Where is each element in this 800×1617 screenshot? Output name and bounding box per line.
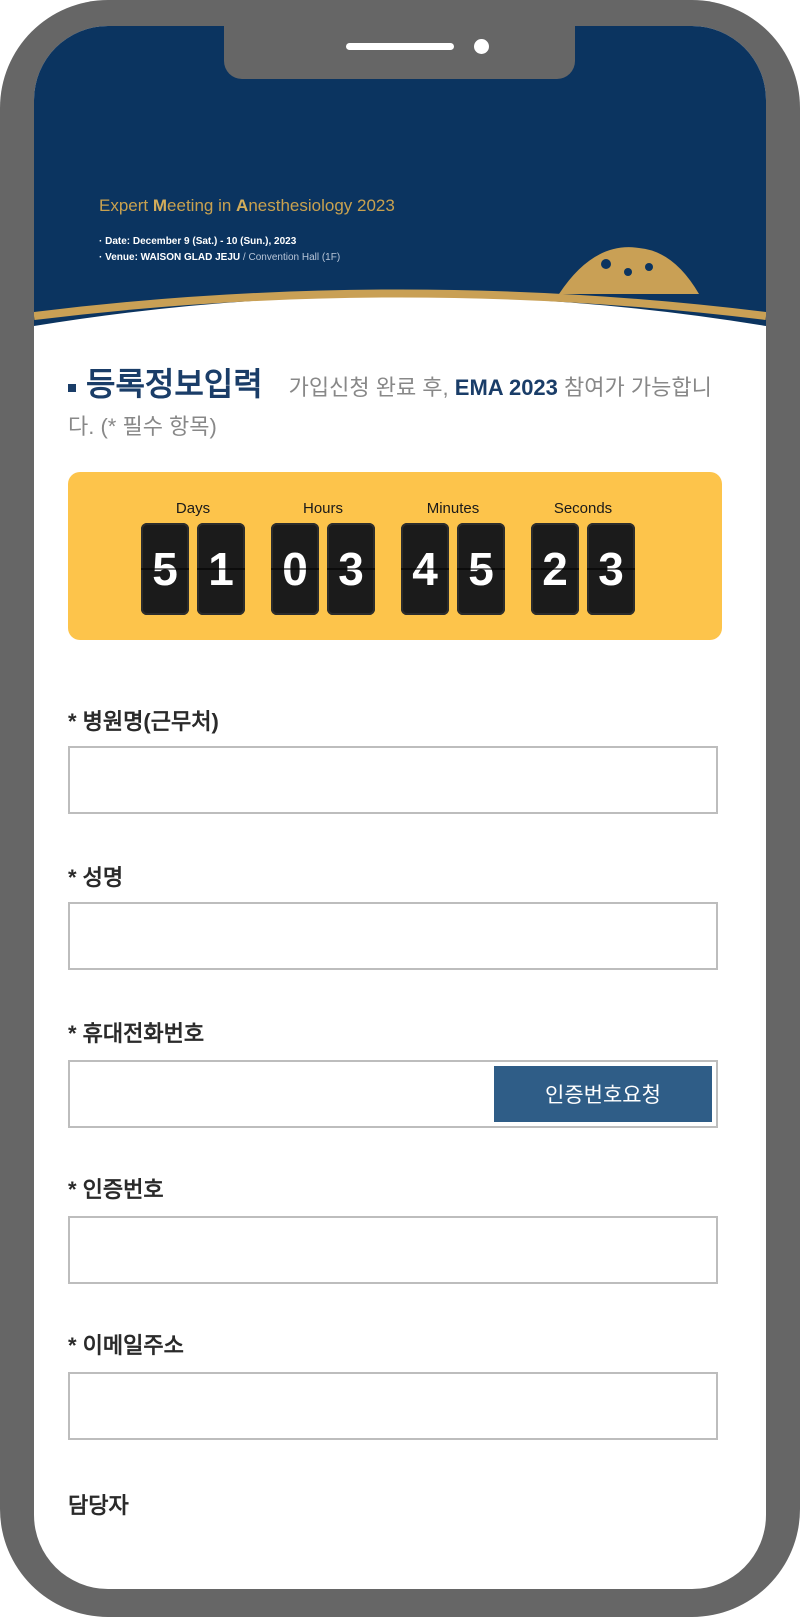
email-input[interactable] xyxy=(68,1372,718,1440)
banner-title: Expert Meeting in Anesthesiology 2023 xyxy=(99,196,395,215)
countdown-days: Days 5 1 xyxy=(140,500,246,620)
countdown-digit: 3 xyxy=(587,523,635,615)
phone-notch xyxy=(224,26,575,79)
front-camera xyxy=(474,39,489,54)
email-label: * 이메일주소 xyxy=(68,1333,184,1358)
phone-input[interactable] xyxy=(70,1062,495,1126)
phone-label: * 휴대전화번호 xyxy=(68,1021,205,1046)
countdown-minutes-label: Minutes xyxy=(426,500,480,517)
phone-field-row: 인증번호요청 xyxy=(68,1060,718,1128)
countdown-digit: 1 xyxy=(197,523,245,615)
phone-screen: Expert Meeting in Anesthesiology 2023 · … xyxy=(34,26,766,1589)
countdown-seconds-label: Seconds xyxy=(553,500,613,517)
name-input[interactable] xyxy=(68,902,718,970)
countdown-digit: 5 xyxy=(141,523,189,615)
countdown-days-label: Days xyxy=(175,500,211,517)
hospital-label: * 병원명(근무처) xyxy=(68,709,219,734)
countdown-hours-label: Hours xyxy=(302,500,343,517)
hallasan-illustration-icon xyxy=(559,247,699,294)
bullet-icon xyxy=(68,383,76,392)
countdown-digit: 5 xyxy=(457,523,505,615)
verification-code-input[interactable] xyxy=(68,1216,718,1284)
request-verification-button[interactable]: 인증번호요청 xyxy=(494,1066,712,1122)
hospital-input[interactable] xyxy=(68,746,718,814)
manager-label: 담당자 xyxy=(68,1493,129,1518)
countdown-digit: 4 xyxy=(401,523,449,615)
section-heading: 등록정보입력 가입신청 완료 후, EMA 2023 참여가 가능합니다. (* … xyxy=(68,366,728,448)
name-label: * 성명 xyxy=(68,865,124,890)
banner-date: · Date: December 9 (Sat.) - 10 (Sun.), 2… xyxy=(99,236,297,247)
verification-code-label: * 인증번호 xyxy=(68,1177,164,1202)
speaker-grille xyxy=(346,43,454,50)
countdown-minutes: Minutes 4 5 xyxy=(400,500,506,620)
countdown-hours: Hours 0 3 xyxy=(270,500,376,620)
page-title: 등록정보입력 xyxy=(86,366,263,402)
countdown-seconds: Seconds 2 3 xyxy=(530,500,636,620)
countdown-digit: 0 xyxy=(271,523,319,615)
phone-frame: Expert Meeting in Anesthesiology 2023 · … xyxy=(0,0,800,1617)
banner-venue: · Venue: WAISON GLAD JEJU / Convention H… xyxy=(99,252,341,263)
countdown-timer: Days 5 1 Hours 0 3 Minutes 4 5 Seconds 2… xyxy=(68,472,722,640)
countdown-digit: 3 xyxy=(327,523,375,615)
countdown-digit: 2 xyxy=(531,523,579,615)
